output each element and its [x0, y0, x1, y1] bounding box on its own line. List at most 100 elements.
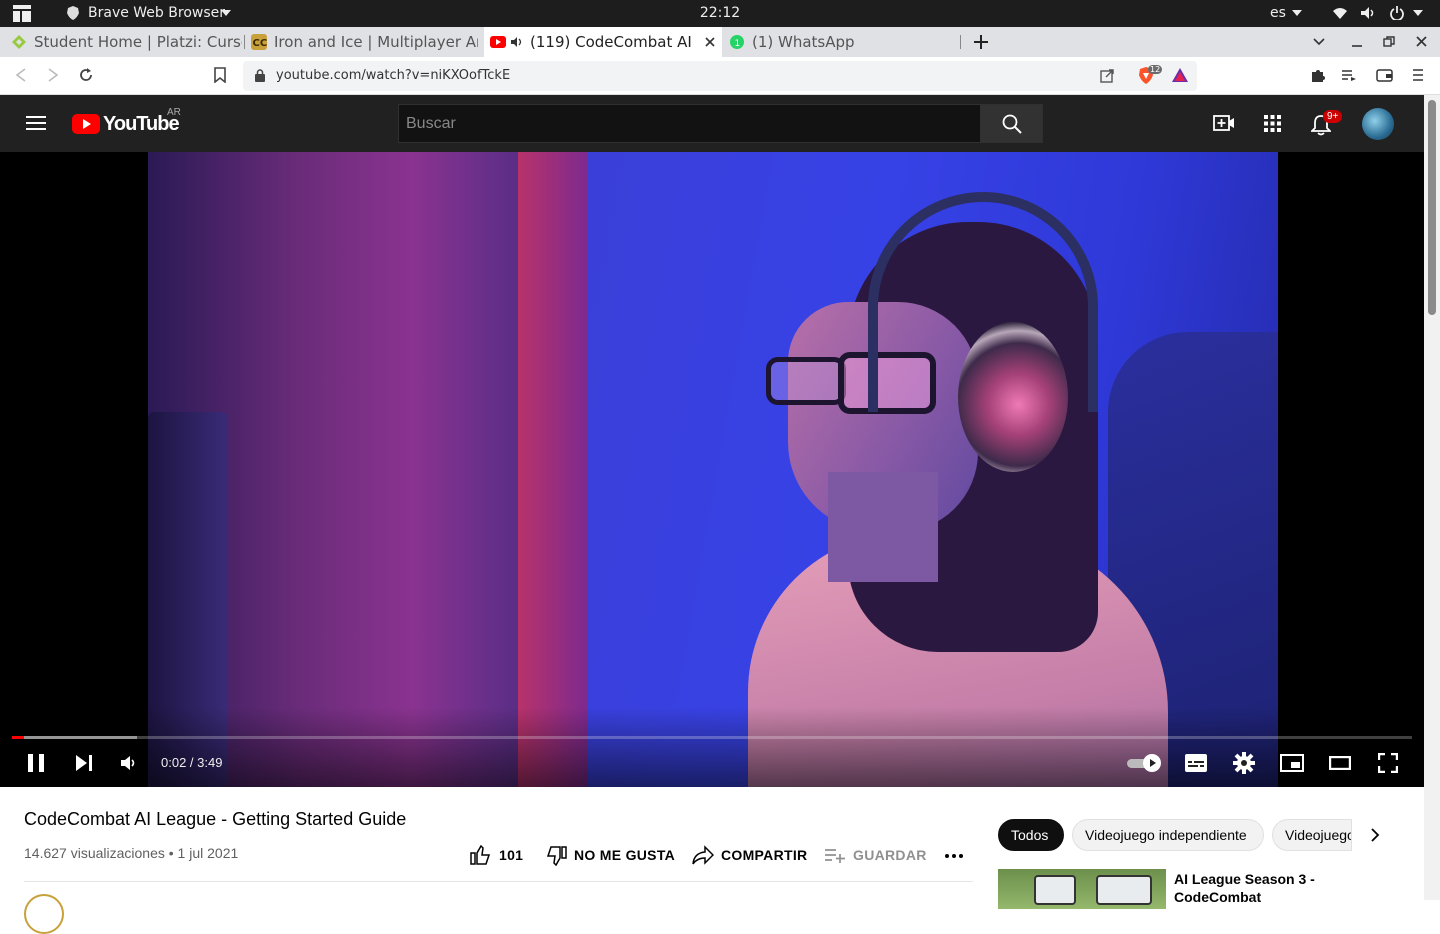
share-button[interactable]: COMPARTIR [692, 843, 807, 867]
miniplayer-icon[interactable] [1280, 754, 1304, 772]
app-menu-label[interactable]: Brave Web Browser [88, 5, 225, 21]
brave-shields-button[interactable]: 12 [1138, 65, 1168, 86]
fullscreen-icon[interactable] [1378, 753, 1398, 773]
autoplay-toggle[interactable] [1127, 754, 1163, 772]
reload-icon[interactable] [78, 67, 94, 83]
guide-menu-icon[interactable] [26, 115, 46, 131]
tab-separator [960, 35, 961, 49]
add-to-playlist-icon [825, 849, 845, 863]
recommendation-thumbnail[interactable] [998, 869, 1166, 909]
tab-title: (119) CodeCombat AI League [530, 33, 694, 51]
video-title: CodeCombat AI League - Getting Started G… [24, 809, 407, 829]
chip-all[interactable]: Todos [998, 819, 1064, 851]
svg-text:CC: CC [253, 38, 268, 49]
shield-count-badge: 12 [1148, 65, 1163, 74]
theater-mode-icon[interactable] [1329, 756, 1351, 770]
open-in-app-icon[interactable] [1100, 69, 1114, 83]
chip-label: Videojuegos [1285, 827, 1351, 843]
menu-icon[interactable] [1412, 68, 1424, 82]
youtube-logo[interactable]: YouTube AR [72, 107, 182, 138]
whatsapp-icon: 1 [730, 35, 744, 49]
tab-codecombat-arena[interactable]: CC Iron and Ice | Multiplayer Arena [248, 27, 478, 57]
new-tab-icon[interactable] [974, 35, 988, 49]
save-label: GUARDAR [853, 847, 927, 863]
thumbnail-panel-right [1096, 875, 1152, 905]
save-button[interactable]: GUARDAR [824, 843, 927, 867]
create-video-icon[interactable] [1213, 114, 1235, 132]
playlist-icon[interactable] [1341, 69, 1357, 82]
thumbs-down-icon [546, 846, 567, 866]
page-scrollbar[interactable] [1424, 95, 1440, 900]
volume-icon[interactable] [1360, 6, 1376, 20]
person-neck [828, 472, 938, 582]
wallet-icon[interactable] [1376, 68, 1393, 82]
chip-label: Todos [1011, 827, 1049, 843]
progress-bar[interactable] [12, 736, 1412, 739]
youtube-header: YouTube AR Buscar 9+ [0, 95, 1424, 152]
youtube-icon [490, 36, 506, 48]
youtube-logo-icon [72, 114, 100, 134]
language-indicator[interactable]: es [1270, 5, 1286, 21]
headset-earcup [958, 322, 1068, 472]
played-bar [12, 736, 25, 739]
wifi-icon[interactable] [1332, 6, 1348, 20]
close-window-icon[interactable] [1416, 36, 1427, 47]
views-and-date: 14.627 visualizaciones • 1 jul 2021 [24, 845, 239, 861]
activities-icon[interactable] [12, 4, 32, 23]
like-count: 101 [499, 847, 524, 863]
video-frame[interactable] [148, 152, 1278, 787]
autoplay-play-icon [1143, 754, 1161, 772]
tab-whatsapp[interactable]: 1 (1) WhatsApp [726, 27, 956, 57]
extensions-icon[interactable] [1310, 68, 1325, 83]
close-tab-icon[interactable] [705, 37, 715, 47]
chip-label: Videojuego independiente [1085, 827, 1247, 843]
search-input[interactable]: Buscar [398, 104, 981, 143]
forward-icon[interactable] [47, 68, 59, 82]
tab-platzi[interactable]: Student Home | Platzi: Cursos [8, 27, 242, 57]
chevron-down-icon [1413, 10, 1423, 16]
divider [24, 881, 973, 882]
svg-text:1: 1 [735, 39, 741, 49]
channel-avatar[interactable] [24, 894, 64, 934]
restore-icon[interactable] [1383, 36, 1395, 48]
lock-icon[interactable] [255, 69, 265, 82]
thumbs-up-icon [470, 845, 491, 865]
like-button[interactable]: 101 [470, 843, 530, 867]
recommendation-title[interactable]: AI League Season 3 - CodeCombat [1174, 870, 1354, 906]
share-icon [692, 845, 714, 865]
apps-grid-icon[interactable] [1264, 115, 1281, 132]
tab-youtube-active[interactable]: (119) CodeCombat AI League [484, 27, 722, 57]
chip-indie-game[interactable]: Videojuego independiente [1072, 819, 1264, 851]
bookmark-icon[interactable] [214, 67, 226, 83]
codecombat-icon: CC [251, 34, 267, 50]
notifications-button[interactable]: 9+ [1309, 110, 1345, 136]
avatar[interactable] [1362, 108, 1394, 140]
back-icon[interactable] [15, 68, 27, 82]
chevron-right-icon[interactable] [1370, 828, 1380, 842]
tab-strip: Student Home | Platzi: Cursos CC Iron an… [0, 27, 1440, 57]
pause-icon[interactable] [27, 753, 45, 773]
time-display: 0:02 / 3:49 [161, 755, 223, 770]
video-player[interactable]: 0:02 / 3:49 [0, 152, 1424, 787]
chip-games[interactable]: Videojuegos [1272, 819, 1352, 851]
glasses-left [766, 357, 846, 405]
more-actions-icon[interactable] [944, 853, 964, 859]
platzi-icon [12, 35, 26, 49]
volume-icon[interactable] [120, 755, 138, 771]
settings-gear-icon[interactable] [1233, 752, 1255, 774]
thumbnail-panel-left [1034, 875, 1076, 905]
tab-search-chevron-icon[interactable] [1313, 38, 1325, 46]
subtitles-icon[interactable] [1184, 753, 1208, 773]
os-top-bar: Brave Web Browser 22:12 es [0, 0, 1440, 27]
scrollbar-thumb[interactable] [1428, 100, 1436, 315]
address-bar[interactable]: youtube.com/watch?v=niKXOofTckE [243, 61, 1197, 91]
tab-audio-icon[interactable] [511, 36, 524, 48]
url-text[interactable]: youtube.com/watch?v=niKXOofTckE [276, 68, 510, 83]
dislike-button[interactable]: NO ME GUSTA [546, 843, 676, 867]
brave-rewards-icon[interactable] [1171, 67, 1189, 83]
minimize-icon[interactable] [1351, 35, 1363, 49]
search-button[interactable] [980, 104, 1043, 143]
power-icon[interactable] [1390, 6, 1404, 20]
dislike-label: NO ME GUSTA [574, 847, 676, 863]
next-icon[interactable] [75, 754, 93, 772]
